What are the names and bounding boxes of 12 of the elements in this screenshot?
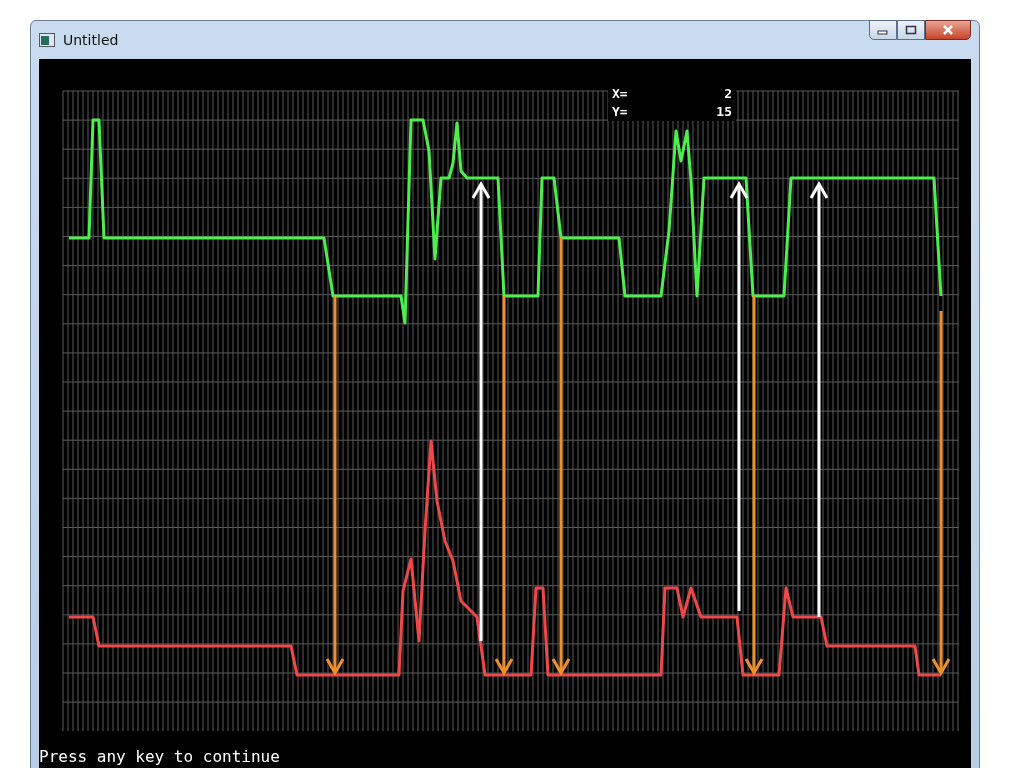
window-title: Untitled: [63, 32, 120, 48]
readout-label: X=: [612, 85, 628, 103]
minimize-button[interactable]: [869, 20, 897, 40]
close-button[interactable]: [925, 20, 971, 40]
maximize-button[interactable]: [897, 20, 925, 40]
readout-value: 15: [716, 103, 732, 121]
readout-value: 2: [724, 85, 732, 103]
readout-label: Y=: [612, 103, 628, 121]
maximize-icon: [905, 25, 917, 35]
console-icon: [39, 33, 55, 47]
close-icon: [941, 24, 955, 36]
console-message: Press any key to continue: [39, 747, 281, 767]
